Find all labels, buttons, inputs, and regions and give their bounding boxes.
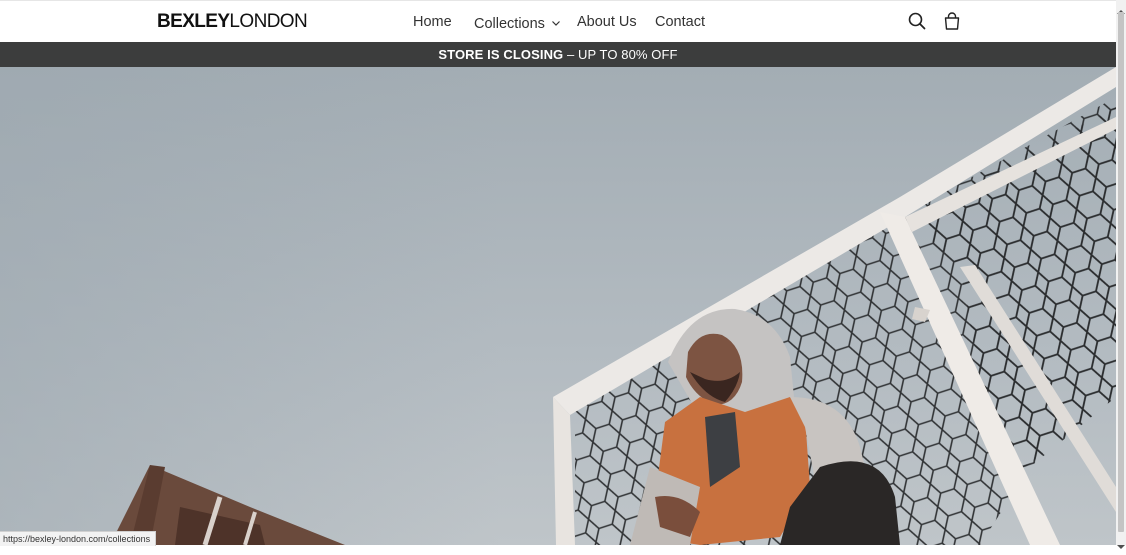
search-icon[interactable] xyxy=(908,12,928,32)
hero-image xyxy=(0,67,1116,545)
announcement-bar[interactable]: STORE IS CLOSING – UP TO 80% OFF xyxy=(0,42,1116,67)
scroll-down-icon[interactable] xyxy=(1117,537,1125,549)
nav-collections[interactable]: Collections xyxy=(474,14,560,32)
vertical-scrollbar[interactable] xyxy=(1116,0,1126,549)
hero-banner[interactable] xyxy=(0,67,1116,545)
logo-thin: LONDON xyxy=(229,11,308,32)
status-bar-url: https://bexley-london.com/collections xyxy=(0,531,157,546)
chevron-down-icon xyxy=(551,14,560,30)
nav-about-us[interactable]: About Us xyxy=(577,14,637,30)
announcement-text: – UP TO 80% OFF xyxy=(563,47,678,62)
nav-collections-label: Collections xyxy=(474,16,545,32)
page: BEXLEYLONDON Home Collections About Us C… xyxy=(0,0,1116,545)
nav-contact[interactable]: Contact xyxy=(655,14,705,30)
nav-home[interactable]: Home xyxy=(413,14,452,30)
scrollbar-thumb[interactable] xyxy=(1118,12,1124,532)
cart-icon[interactable] xyxy=(943,12,963,32)
logo-bold: BEXLEY xyxy=(157,11,230,32)
scroll-up-icon[interactable] xyxy=(1117,2,1125,14)
logo[interactable]: BEXLEYLONDON xyxy=(157,11,308,32)
site-header: BEXLEYLONDON Home Collections About Us C… xyxy=(0,0,1116,42)
announcement-strong: STORE IS CLOSING xyxy=(438,47,564,62)
